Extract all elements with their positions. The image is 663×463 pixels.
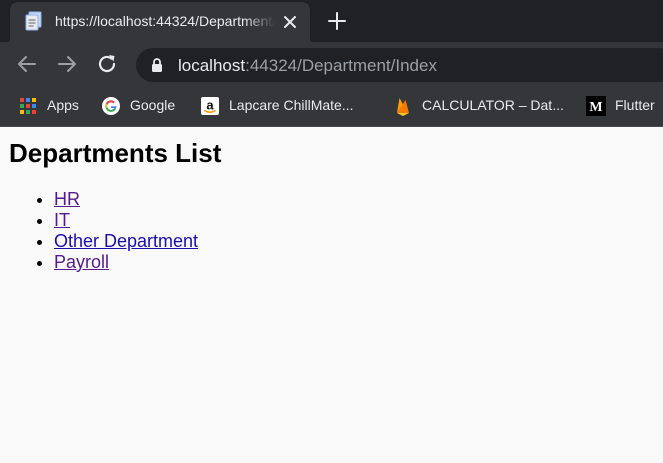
browser-tab[interactable]: https://localhost:44324/Department/Index (10, 2, 310, 42)
bookmark-label: CALCULATOR – Dat... (422, 97, 564, 113)
bookmark-label: Apps (47, 97, 79, 113)
google-g-icon (102, 97, 120, 115)
bookmark-label: Flutter (615, 97, 655, 113)
amazon-icon: a (201, 97, 219, 115)
list-item: IT (54, 210, 198, 231)
department-list: HR IT Other Department Payroll (14, 189, 198, 273)
url-host: localhost (178, 56, 246, 75)
bookmark-label: Lapcare ChillMate... (229, 97, 354, 113)
new-tab-plus-icon[interactable] (326, 10, 348, 32)
bookmark-google[interactable]: Google (101, 94, 185, 118)
lock-icon[interactable] (150, 57, 164, 73)
tab-title: https://localhost:44324/Department/Index (55, 13, 275, 29)
bookmark-lapcare[interactable]: a Lapcare ChillMate... (200, 94, 370, 118)
page-title: Departments List (9, 138, 222, 168)
browser-toolbar: localhost:44324/Department/Index (0, 42, 663, 88)
document-icon (25, 11, 42, 31)
forward-arrow-icon[interactable] (55, 52, 79, 76)
bookmark-label: Google (130, 97, 176, 113)
reload-icon[interactable] (95, 52, 119, 76)
bookmark-apps[interactable]: Apps (18, 94, 86, 118)
list-item: HR (54, 189, 198, 210)
department-link-hr[interactable]: HR (54, 189, 80, 209)
page-viewport: Departments List HR IT Other Department … (0, 127, 663, 463)
url-path: :44324/Department/Index (245, 56, 437, 75)
back-arrow-icon[interactable] (15, 52, 39, 76)
bookmarks-bar: Apps Google a Lapcare ChillMate... CALCU… (0, 88, 663, 127)
url-text[interactable]: localhost:44324/Department/Index (178, 56, 437, 76)
firebase-icon (397, 98, 409, 116)
department-link-it[interactable]: IT (54, 210, 70, 230)
tab-strip: https://localhost:44324/Department/Index (0, 0, 663, 42)
apps-grid-icon (20, 98, 36, 114)
bookmark-calculator[interactable]: CALCULATOR – Dat... (393, 94, 565, 118)
svg-text:M: M (589, 100, 602, 115)
bookmark-flutter[interactable]: M Flutter (586, 94, 663, 118)
address-bar[interactable]: localhost:44324/Department/Index (136, 48, 663, 82)
list-item: Other Department (54, 231, 198, 252)
svg-text:a: a (206, 98, 214, 113)
list-item: Payroll (54, 252, 198, 273)
department-link-other[interactable]: Other Department (54, 231, 198, 251)
close-tab-icon[interactable] (280, 12, 300, 32)
medium-icon: M (586, 96, 606, 116)
department-link-payroll[interactable]: Payroll (54, 252, 109, 272)
